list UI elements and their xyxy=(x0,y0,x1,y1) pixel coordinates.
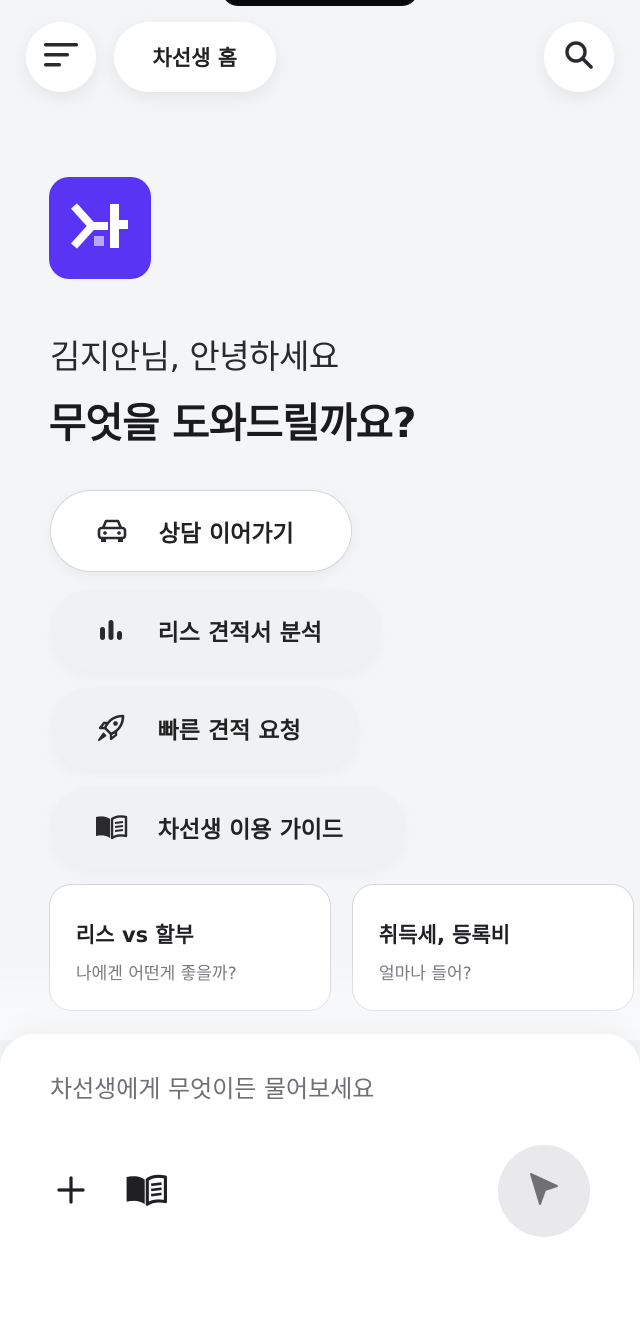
action-label: 상담 이어가기 xyxy=(159,521,294,547)
card-subtitle: 나에겐 어떤게 좋을까? xyxy=(76,964,237,984)
greeting-text: 김지안님, 안녕하세요 xyxy=(50,337,339,376)
plus-icon xyxy=(56,1175,86,1209)
usage-guide-button[interactable]: 차선생 이용 가이드 xyxy=(50,786,406,868)
book-icon xyxy=(124,1173,168,1211)
action-label: 리스 견적서 분석 xyxy=(158,620,323,646)
app-screen: 차선생 홈 김지안님, 안녕하세요 무엇을 도와드릴까요? 상담 이어가기 리스… xyxy=(0,0,640,1317)
card-title: 리스 vs 할부 xyxy=(76,923,195,947)
attach-button[interactable] xyxy=(52,1173,90,1211)
search-icon xyxy=(564,40,594,74)
action-label: 차선생 이용 가이드 xyxy=(158,817,344,843)
car-icon xyxy=(95,514,129,548)
chaseonsaeng-logo-icon xyxy=(70,200,130,256)
action-label: 빠른 견적 요청 xyxy=(158,718,301,744)
device-notch xyxy=(222,0,418,6)
send-icon xyxy=(527,1171,561,1211)
lease-quote-analysis-button[interactable]: 리스 견적서 분석 xyxy=(50,589,382,671)
card-subtitle: 얼마나 들어? xyxy=(379,964,472,984)
bar-chart-icon xyxy=(94,613,128,647)
app-logo xyxy=(49,177,151,279)
continue-consultation-button[interactable]: 상담 이어가기 xyxy=(50,490,352,572)
home-button[interactable]: 차선생 홈 xyxy=(114,22,276,92)
search-button[interactable] xyxy=(544,22,614,92)
suggestion-card-lease-vs-installment[interactable]: 리스 vs 할부 나에겐 어떤게 좋을까? xyxy=(49,884,331,1011)
send-button[interactable] xyxy=(498,1145,590,1237)
rocket-icon xyxy=(94,711,128,745)
card-title: 취득세, 등록비 xyxy=(379,923,511,947)
page-title: 무엇을 도와드릴까요? xyxy=(49,399,417,447)
chat-input[interactable] xyxy=(50,1072,590,1106)
menu-icon xyxy=(44,42,78,72)
quick-quote-request-button[interactable]: 빠른 견적 요청 xyxy=(50,687,359,769)
guide-button[interactable] xyxy=(123,1173,169,1211)
home-button-label: 차선생 홈 xyxy=(152,46,238,70)
book-icon xyxy=(94,810,128,844)
menu-button[interactable] xyxy=(26,22,96,92)
suggestion-card-acquisition-tax[interactable]: 취득세, 등록비 얼마나 들어? xyxy=(352,884,634,1011)
